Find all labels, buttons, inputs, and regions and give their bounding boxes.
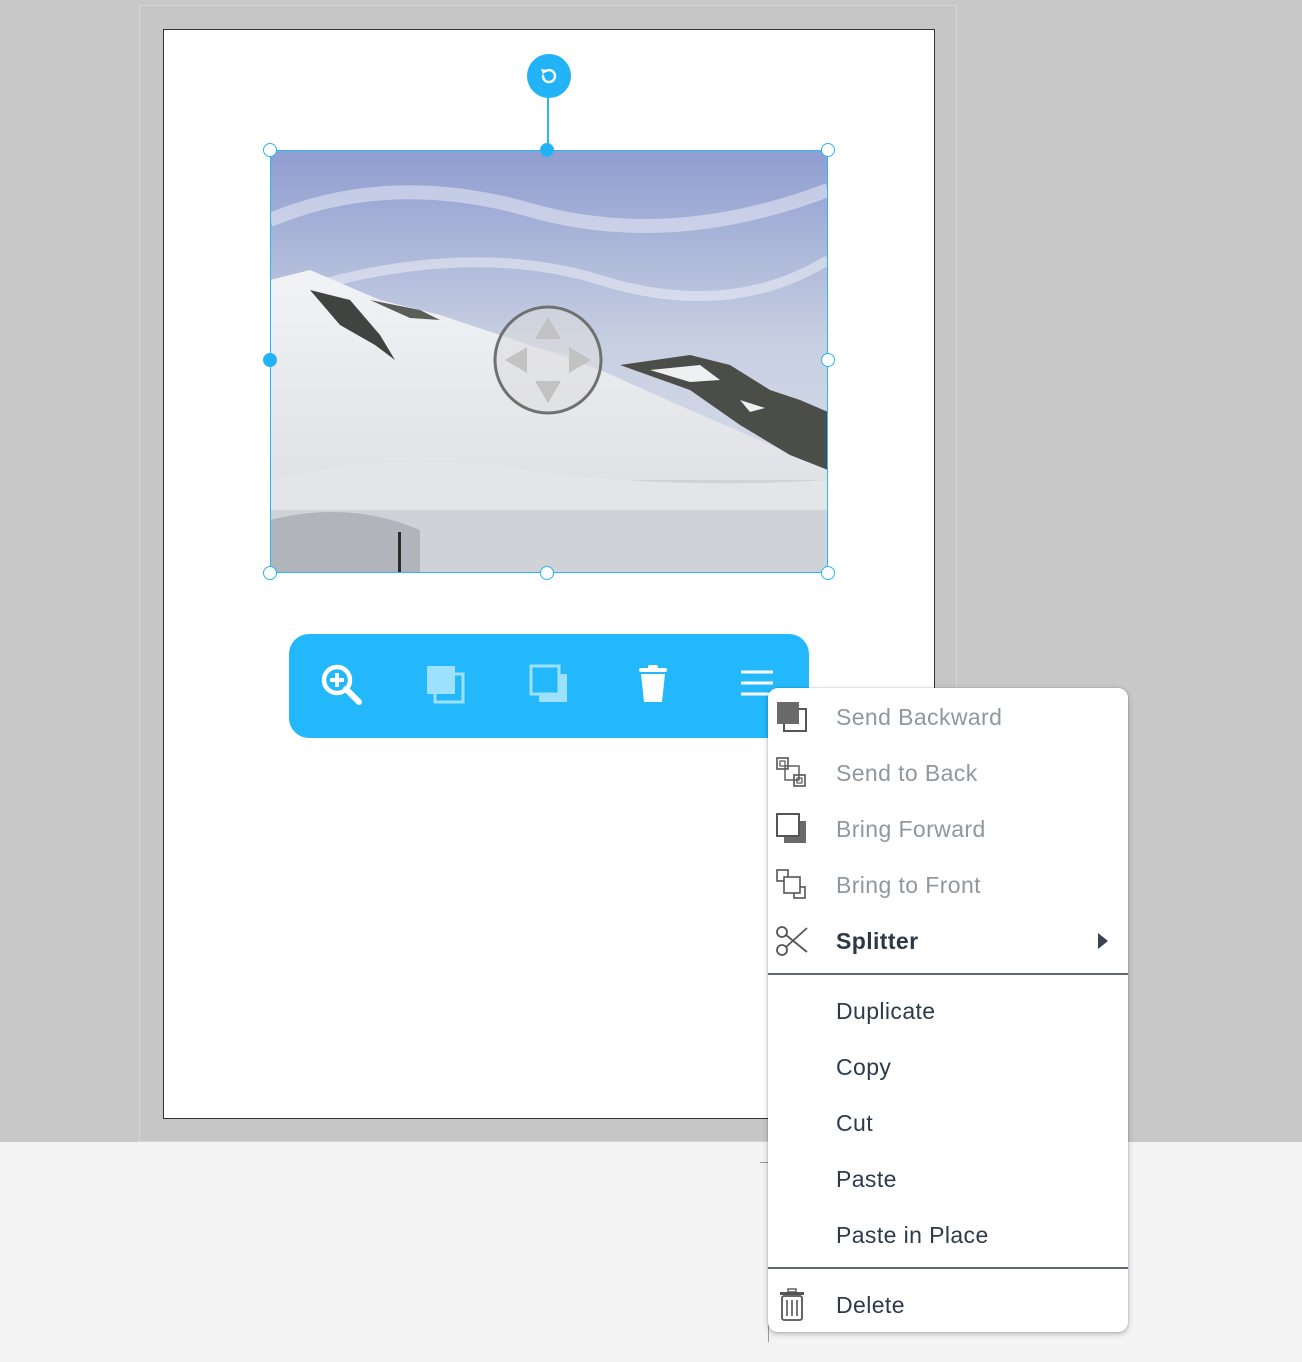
zoom-in-icon (319, 662, 363, 711)
resize-handle-bottom[interactable] (540, 566, 554, 580)
trash-icon (631, 662, 675, 711)
menu-item-copy[interactable]: Copy (768, 1039, 1128, 1095)
resize-handle-bottom-right[interactable] (821, 566, 835, 580)
menu-item-label: Paste (836, 1166, 897, 1192)
send-to-back-icon (774, 756, 810, 790)
menu-item-label: Splitter (836, 928, 919, 954)
resize-handle-bottom-left[interactable] (263, 566, 277, 580)
rotation-stem (547, 96, 549, 150)
resize-handle-top[interactable] (540, 143, 554, 157)
menu-item-label: Delete (836, 1292, 905, 1318)
floating-toolbar (289, 634, 809, 738)
menu-item-label: Copy (836, 1054, 892, 1080)
send-backward-button[interactable] (419, 660, 471, 712)
menu-item-send-to-back[interactable]: Send to Back (768, 745, 1128, 801)
menu-item-delete[interactable]: Delete (768, 1277, 1128, 1333)
submenu-arrow-icon (1098, 933, 1108, 949)
delete-button[interactable] (627, 660, 679, 712)
resize-handle-right[interactable] (821, 353, 835, 367)
menu-item-label: Send to Back (836, 760, 978, 786)
resize-handle-left[interactable] (263, 353, 277, 367)
bring-to-front-icon (774, 868, 810, 902)
bring-forward-icon (774, 812, 810, 846)
menu-item-label: Cut (836, 1110, 873, 1136)
menu-item-duplicate[interactable]: Duplicate (768, 983, 1128, 1039)
rotate-icon[interactable] (527, 54, 571, 98)
bring-forward-button[interactable] (523, 660, 575, 712)
resize-handle-top-left[interactable] (263, 143, 277, 157)
menu-item-label: Bring Forward (836, 816, 986, 842)
menu-item-label: Bring to Front (836, 872, 981, 898)
menu-item-cut[interactable]: Cut (768, 1095, 1128, 1151)
menu-separator (768, 973, 1128, 975)
trash-icon (774, 1288, 810, 1322)
context-menu: Send Backward Send to Back Bring Forward (768, 688, 1128, 1332)
menu-item-send-backward[interactable]: Send Backward (768, 689, 1128, 745)
menu-item-label: Paste in Place (836, 1222, 989, 1248)
resize-handle-top-right[interactable] (821, 143, 835, 157)
scissors-icon (774, 924, 810, 958)
menu-item-paste-in-place[interactable]: Paste in Place (768, 1207, 1128, 1263)
menu-separator (768, 1267, 1128, 1269)
bring-forward-icon (527, 662, 571, 711)
menu-item-splitter[interactable]: Splitter (768, 913, 1128, 969)
menu-item-label: Send Backward (836, 704, 1003, 730)
send-backward-icon (423, 662, 467, 711)
menu-item-paste[interactable]: Paste (768, 1151, 1128, 1207)
zoom-in-button[interactable] (315, 660, 367, 712)
menu-item-bring-forward[interactable]: Bring Forward (768, 801, 1128, 857)
send-backward-icon (774, 700, 810, 734)
move-arrows-icon[interactable] (493, 305, 603, 415)
menu-item-bring-to-front[interactable]: Bring to Front (768, 857, 1128, 913)
menu-item-label: Duplicate (836, 998, 936, 1024)
